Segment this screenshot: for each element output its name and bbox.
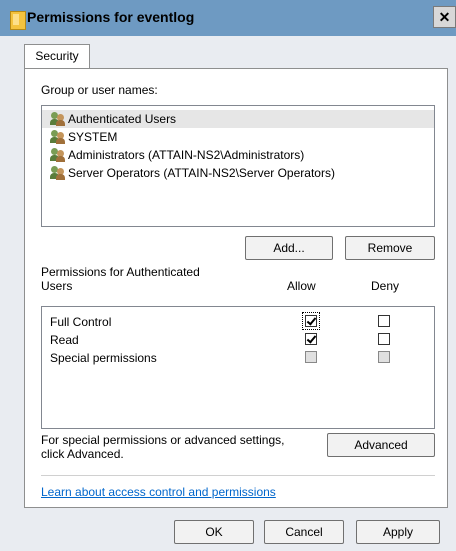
advanced-button[interactable]: Advanced xyxy=(327,433,435,457)
user-name: Authenticated Users xyxy=(68,112,177,126)
users-group-icon xyxy=(50,112,66,126)
close-button[interactable]: ✕ xyxy=(433,6,456,28)
user-name: Administrators (ATTAIN-NS2\Administrator… xyxy=(68,148,305,162)
permissions-title-line2: Users xyxy=(41,279,73,293)
users-group-icon xyxy=(50,130,66,144)
permission-name: Special permissions xyxy=(50,351,157,365)
advanced-hint-line2: click Advanced. xyxy=(41,447,124,461)
allow-header: Allow xyxy=(287,279,316,293)
remove-button[interactable]: Remove xyxy=(345,236,435,260)
divider xyxy=(41,475,435,476)
full-control-deny-checkbox[interactable] xyxy=(378,315,390,327)
tab-security[interactable]: Security xyxy=(24,44,90,69)
user-name: SYSTEM xyxy=(68,130,118,144)
group-names-label: Group or user names: xyxy=(41,83,158,97)
users-group-icon xyxy=(50,148,66,162)
users-group-icon xyxy=(50,166,66,180)
permission-name: Full Control xyxy=(50,315,112,329)
list-item[interactable]: Authenticated Users xyxy=(42,110,434,128)
user-name: Server Operators (ATTAIN-NS2\Server Oper… xyxy=(68,166,335,180)
group-user-list[interactable]: Authenticated Users SYSTEM Administrator… xyxy=(41,105,435,227)
ok-button[interactable]: OK xyxy=(174,520,254,544)
learn-more-link[interactable]: Learn about access control and permissio… xyxy=(41,485,276,499)
read-allow-checkbox[interactable] xyxy=(305,333,317,345)
special-allow-checkbox xyxy=(305,351,317,363)
read-deny-checkbox[interactable] xyxy=(378,333,390,345)
list-item[interactable]: Server Operators (ATTAIN-NS2\Server Oper… xyxy=(42,164,335,182)
cancel-button[interactable]: Cancel xyxy=(264,520,344,544)
permissions-title: Permissions for Authenticated xyxy=(41,265,200,279)
permissions-dialog: Permissions for eventlog ✕ Security Grou… xyxy=(0,0,456,551)
security-panel: Group or user names: Authenticated Users… xyxy=(24,68,448,508)
permissions-list: Full Control Read Special permissions xyxy=(41,306,435,429)
full-control-allow-checkbox[interactable] xyxy=(305,315,317,327)
window-title: Permissions for eventlog xyxy=(27,9,195,25)
list-item[interactable]: Administrators (ATTAIN-NS2\Administrator… xyxy=(42,146,304,164)
deny-header: Deny xyxy=(371,279,400,293)
folder-icon xyxy=(10,11,26,30)
permission-name: Read xyxy=(50,333,79,347)
add-button[interactable]: Add... xyxy=(245,236,333,260)
special-deny-checkbox xyxy=(378,351,390,363)
title-bar[interactable]: Permissions for eventlog ✕ xyxy=(0,0,456,36)
advanced-hint: For special permissions or advanced sett… xyxy=(41,433,285,447)
list-item[interactable]: SYSTEM xyxy=(42,128,117,146)
apply-button[interactable]: Apply xyxy=(356,520,440,544)
